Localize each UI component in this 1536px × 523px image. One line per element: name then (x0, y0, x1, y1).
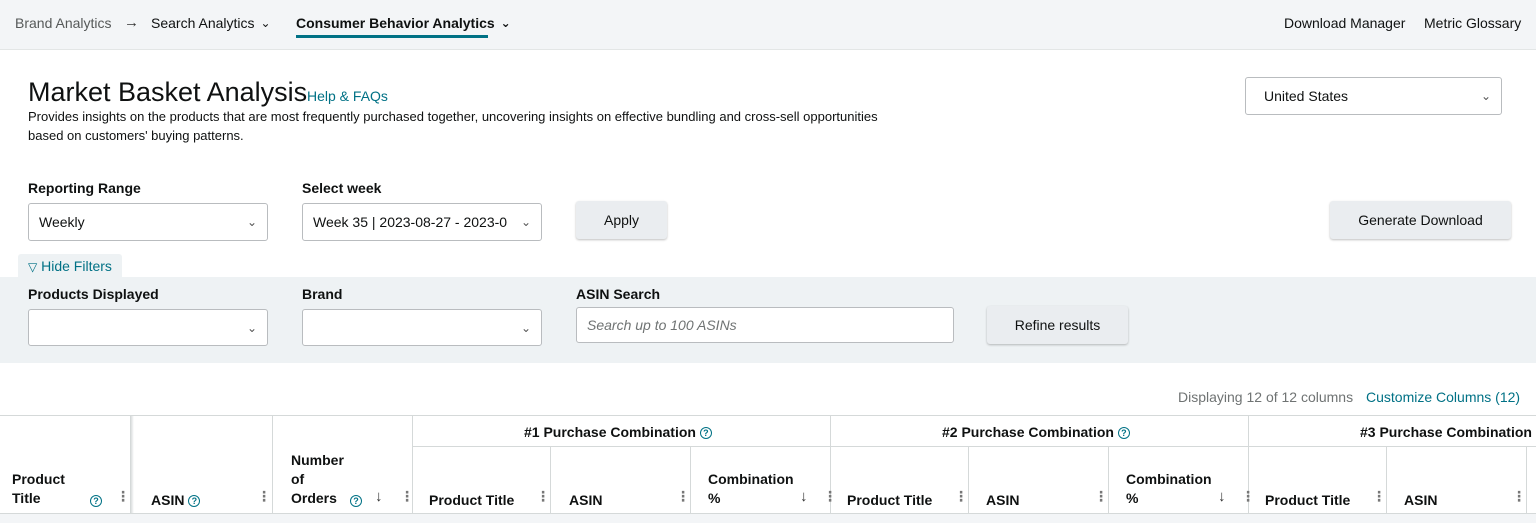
customize-columns-link[interactable]: Customize Columns (12) (1366, 389, 1520, 405)
column-menu-icon[interactable]: ⋮ (116, 488, 130, 505)
column-menu-icon[interactable]: ⋮ (536, 488, 550, 505)
col-g2-product-title: Product Title (847, 492, 933, 508)
table-body-top (0, 513, 1536, 523)
generate-download-button[interactable]: Generate Download (1330, 201, 1511, 239)
col-g1-combination-line1: Combination (708, 471, 794, 487)
hide-filters-toggle[interactable]: ▽ Hide Filters (18, 254, 122, 278)
active-tab-underline (296, 35, 488, 38)
chevron-down-icon: ⌄ (520, 321, 531, 335)
column-menu-icon[interactable]: ⋮ (1241, 488, 1255, 505)
help-icon[interactable]: ? (699, 427, 712, 440)
nav-consumer-behavior-analytics[interactable]: Consumer Behavior Analytics ⌄ (296, 15, 511, 31)
displaying-columns-text: Displaying 12 of 12 columns (1178, 389, 1354, 405)
group-header-3-label: #3 Purchase Combination (1360, 424, 1532, 440)
table-header: #1 Purchase Combination ? #2 Purchase Co… (0, 415, 1536, 516)
column-menu-icon[interactable]: ⋮ (400, 488, 414, 505)
apply-button[interactable]: Apply (576, 201, 667, 239)
group-header-3: #3 Purchase Combination (1360, 423, 1532, 442)
metric-glossary-link[interactable]: Metric Glossary (1424, 15, 1521, 31)
asin-search-label: ASIN Search (576, 286, 661, 302)
chevron-down-icon: ⌄ (260, 16, 271, 30)
column-menu-icon[interactable]: ⋮ (823, 488, 837, 505)
select-week-label: Select week (302, 180, 382, 196)
chevron-down-icon: ⌄ (246, 321, 257, 335)
page-description: Provides insights on the products that a… (28, 109, 878, 143)
col-g1-asin: ASIN (569, 492, 603, 508)
group-header-2: #2 Purchase Combination ? (942, 423, 1130, 442)
nav-brand-analytics[interactable]: Brand Analytics (15, 15, 112, 31)
nav-search-analytics-label: Search Analytics (151, 15, 255, 31)
column-menu-icon[interactable]: ⋮ (1512, 488, 1526, 505)
help-icon[interactable]: ? (188, 495, 201, 508)
download-manager-link[interactable]: Download Manager (1284, 15, 1405, 31)
country-select[interactable]: United States ⌄ (1245, 77, 1502, 115)
col-product-title-line2: Title (12, 490, 41, 506)
chevron-down-icon: ⌄ (520, 215, 531, 229)
select-week-select[interactable]: Week 35 | 2023-08-27 - 2023-0 ⌄ (302, 203, 542, 241)
group-header-2-label: #2 Purchase Combination (942, 424, 1114, 440)
brand-select[interactable]: ⌄ (302, 309, 542, 346)
sort-desc-icon[interactable]: ↓ (1218, 488, 1226, 505)
column-menu-icon[interactable]: ⋮ (257, 488, 271, 505)
chevron-down-icon: ⌄ (246, 215, 257, 229)
sort-desc-icon[interactable]: ↓ (375, 488, 383, 505)
col-g1-combination-line2: % (708, 490, 721, 506)
help-icon[interactable]: ? (90, 495, 102, 507)
hide-filters-label: Hide Filters (41, 258, 112, 274)
col-g3-product-title: Product Title (1265, 492, 1351, 508)
country-select-value: United States (1264, 88, 1349, 104)
col-g1-product-title: Product Title (429, 492, 515, 508)
help-icon[interactable]: ? (1117, 427, 1130, 440)
reporting-range-label: Reporting Range (28, 180, 141, 196)
select-week-value: Week 35 | 2023-08-27 - 2023-0 (313, 214, 508, 230)
column-menu-icon[interactable]: ⋮ (676, 488, 690, 505)
products-displayed-label: Products Displayed (28, 286, 159, 302)
col-g2-combination-line1: Combination (1126, 471, 1212, 487)
col-orders-line2: of (291, 471, 305, 487)
top-nav: Brand Analytics → Search Analytics ⌄ Cons… (0, 0, 1536, 50)
reporting-range-select[interactable]: Weekly ⌄ (28, 203, 268, 241)
column-menu-icon[interactable]: ⋮ (1094, 488, 1108, 505)
chevron-down-icon: ⌄ (500, 16, 511, 30)
help-faqs-link[interactable]: Help & FAQs (307, 88, 388, 104)
refine-results-button[interactable]: Refine results (987, 306, 1128, 344)
sort-desc-icon[interactable]: ↓ (800, 488, 808, 505)
filter-icon: ▽ (28, 260, 38, 274)
col-orders-line1: Number (291, 452, 344, 468)
reporting-range-value: Weekly (39, 214, 85, 230)
col-orders-line3: Orders (291, 490, 337, 506)
column-menu-icon[interactable]: ⋮ (1372, 488, 1386, 505)
col-g3-asin: ASIN (1404, 492, 1438, 508)
col-g2-combination-line2: % (1126, 490, 1139, 506)
nav-consumer-behavior-label: Consumer Behavior Analytics (296, 15, 495, 31)
col-asin: ASIN ? (151, 491, 201, 510)
products-displayed-select[interactable]: ⌄ (28, 309, 268, 346)
chevron-down-icon: ⌄ (1480, 89, 1491, 103)
col-product-title-line1: Product (12, 471, 65, 487)
nav-search-analytics[interactable]: Search Analytics ⌄ (151, 15, 271, 31)
col-g2-asin: ASIN (986, 492, 1020, 508)
group-header-1-label: #1 Purchase Combination (524, 424, 696, 440)
column-menu-icon[interactable]: ⋮ (954, 488, 968, 505)
help-icon[interactable]: ? (350, 495, 362, 507)
page-title: Market Basket Analysis (28, 77, 308, 107)
group-header-1: #1 Purchase Combination ? (524, 423, 712, 442)
brand-label: Brand (302, 286, 343, 302)
col-asin-label: ASIN (151, 492, 185, 508)
arrow-right-icon: → (124, 14, 139, 31)
asin-search-input[interactable]: Search up to 100 ASINs (576, 307, 954, 343)
